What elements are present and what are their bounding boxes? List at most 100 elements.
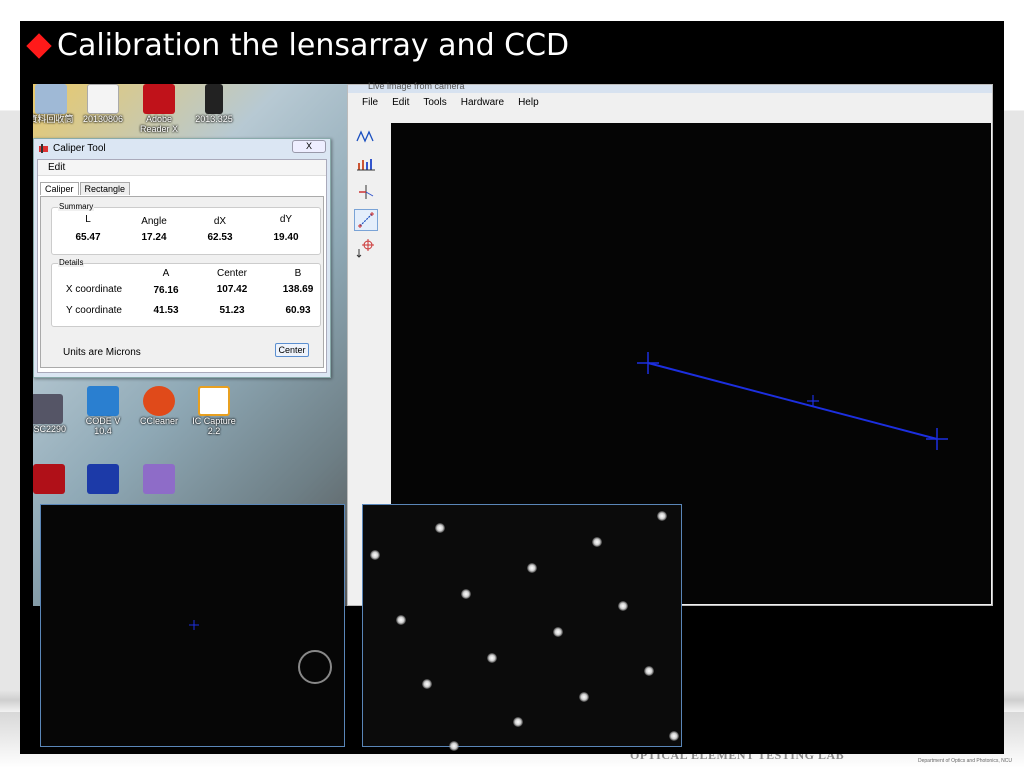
summary-value-l: 65.47 bbox=[75, 232, 101, 243]
live-window-title: Live image from camera bbox=[368, 81, 465, 91]
spot bbox=[449, 741, 459, 751]
caliper-menu-bar: Edit bbox=[38, 160, 326, 176]
footer-department: Department of Optics and Photonics, NCU bbox=[918, 758, 1012, 764]
camera-app-icon bbox=[33, 394, 63, 424]
caliper-window-title: Caliper Tool bbox=[53, 142, 106, 154]
desktop-icon[interactable]: 資料回收筒 bbox=[33, 84, 77, 124]
desktop-icon[interactable] bbox=[33, 464, 75, 494]
x-coordinate-label: X coordinate bbox=[65, 284, 123, 295]
mcafee-icon bbox=[33, 464, 65, 494]
details-group: Details A Center B X coordinate 76.16 10… bbox=[51, 258, 321, 327]
caliper-titlebar[interactable]: Caliper Tool bbox=[34, 139, 330, 157]
desktop-icon[interactable]: 2013.325 bbox=[188, 84, 240, 124]
powerpoint-file-icon bbox=[87, 84, 119, 114]
recycle-bin-icon bbox=[35, 84, 67, 114]
slide-title-row: Calibration the lensarray and CCD bbox=[24, 28, 569, 63]
summary-value-dx: 62.53 bbox=[207, 232, 233, 243]
caliper-body: Edit Caliper Rectangle Summary L Angle d… bbox=[37, 159, 327, 373]
summary-header-dx: dX bbox=[213, 216, 227, 227]
x-value-b: 138.69 bbox=[282, 284, 314, 295]
crosshair-marker bbox=[189, 620, 199, 630]
live-titlebar[interactable]: Live image from camera bbox=[348, 81, 992, 93]
menu-edit[interactable]: Edit bbox=[392, 97, 409, 113]
spot bbox=[461, 589, 471, 599]
caliper-endpoint-b[interactable] bbox=[926, 428, 948, 450]
spot bbox=[513, 717, 523, 727]
adobe-reader-icon bbox=[143, 84, 175, 114]
caliper-endpoint-a[interactable] bbox=[637, 352, 659, 374]
summary-header-l: L bbox=[85, 214, 91, 225]
y-value-b: 60.93 bbox=[285, 305, 311, 316]
y-coordinate-label: Y coordinate bbox=[66, 305, 122, 316]
caliper-app-icon bbox=[39, 143, 48, 153]
summary-value-angle: 17.24 bbox=[141, 232, 167, 243]
crosshair-tool-button[interactable] bbox=[354, 237, 378, 259]
menu-help[interactable]: Help bbox=[518, 97, 539, 113]
profile-tool-button[interactable] bbox=[354, 125, 378, 147]
spot bbox=[592, 537, 602, 547]
summary-group: Summary L Angle dX dY 65.47 17.24 62.53 … bbox=[51, 202, 321, 255]
ccleaner-icon bbox=[143, 386, 175, 416]
spot bbox=[422, 679, 432, 689]
spot bbox=[669, 731, 679, 741]
folder-icon bbox=[205, 84, 223, 114]
ccd-dark-overlay bbox=[189, 620, 332, 684]
spot bbox=[370, 550, 380, 560]
menu-hardware[interactable]: Hardware bbox=[461, 97, 504, 113]
y-value-a: 41.53 bbox=[153, 305, 179, 316]
spot bbox=[487, 653, 497, 663]
desktop-icon[interactable]: IC Capture 2.2 bbox=[188, 386, 240, 436]
profile-icon bbox=[356, 130, 374, 143]
spot bbox=[553, 627, 563, 637]
desktop-icon[interactable]: Adobe Reader X bbox=[133, 84, 185, 134]
caliper-measure-line bbox=[647, 362, 938, 440]
ic-capture-icon bbox=[198, 386, 230, 416]
x-value-center: 107.42 bbox=[216, 284, 248, 295]
spot bbox=[435, 523, 445, 533]
details-header-a: A bbox=[162, 268, 170, 279]
y-value-center: 51.23 bbox=[219, 305, 245, 316]
spot bbox=[644, 666, 654, 676]
desktop-icon[interactable]: CCleaner bbox=[133, 386, 185, 426]
menu-edit[interactable]: Edit bbox=[48, 162, 65, 173]
lens-array-spot-image bbox=[362, 504, 682, 751]
circle-marker-icon bbox=[298, 650, 332, 684]
marker-tool-button[interactable] bbox=[354, 181, 378, 203]
spot bbox=[618, 601, 628, 611]
codev-app-icon bbox=[87, 464, 119, 494]
desktop-icon[interactable]: FSC2290 bbox=[33, 394, 73, 434]
caliper-tool-window: Caliper Tool X Edit Caliper Rectangle Su… bbox=[33, 138, 331, 378]
caliper-tab-panel: Summary L Angle dX dY 65.47 17.24 62.53 … bbox=[40, 196, 324, 368]
spot bbox=[657, 511, 667, 521]
visual-studio-icon bbox=[143, 464, 175, 494]
tab-rectangle[interactable]: Rectangle bbox=[79, 182, 131, 195]
marker-icon bbox=[359, 185, 374, 199]
codev-icon bbox=[87, 386, 119, 416]
crosshair-icon bbox=[356, 239, 374, 258]
details-header-center: Center bbox=[216, 268, 247, 279]
spot bbox=[396, 615, 406, 625]
caliper-tabs: Caliper Rectangle bbox=[40, 182, 131, 195]
menu-tools[interactable]: Tools bbox=[423, 97, 446, 113]
summary-header-angle: Angle bbox=[141, 216, 167, 227]
histogram-tool-button[interactable] bbox=[354, 153, 378, 175]
tab-caliper[interactable]: Caliper bbox=[40, 182, 79, 195]
summary-header-dy: dY bbox=[279, 214, 293, 225]
desktop-icon[interactable]: CODE V 10.4 bbox=[77, 386, 129, 436]
desktop-icon[interactable] bbox=[77, 464, 129, 494]
spot bbox=[579, 692, 589, 702]
diamond-bullet-icon bbox=[26, 32, 52, 59]
close-button[interactable]: X bbox=[292, 140, 326, 153]
spot bbox=[527, 563, 537, 573]
summary-label: Summary bbox=[58, 202, 95, 211]
units-note: Units are Microns bbox=[63, 347, 141, 358]
histogram-icon bbox=[357, 159, 375, 171]
caliper-tool-button[interactable] bbox=[354, 209, 378, 231]
desktop-icon[interactable]: 20130806 bbox=[77, 84, 129, 124]
details-label: Details bbox=[58, 258, 85, 267]
desktop-icon[interactable] bbox=[133, 464, 185, 494]
slide-title: Calibration the lensarray and CCD bbox=[57, 28, 570, 63]
menu-file[interactable]: File bbox=[362, 97, 378, 113]
center-button[interactable]: Center bbox=[275, 343, 309, 357]
details-header-b: B bbox=[294, 268, 302, 279]
